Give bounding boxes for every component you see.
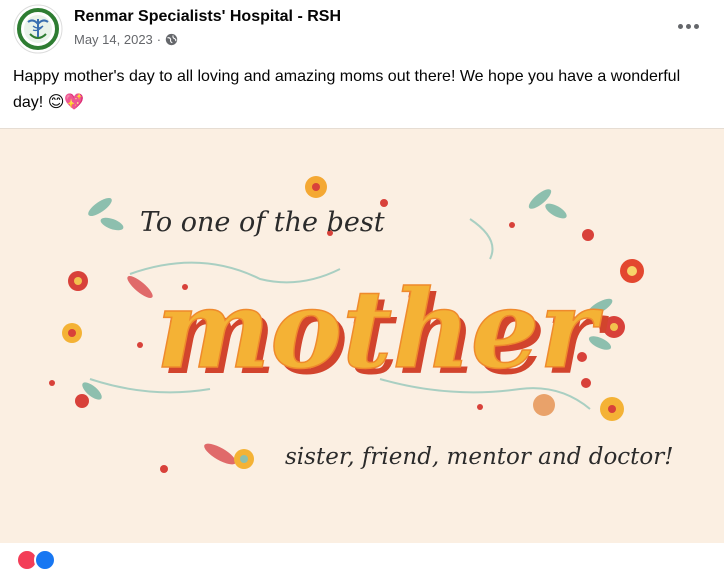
page-avatar[interactable] — [13, 4, 63, 54]
page-name[interactable]: Renmar Specialists' Hospital - RSH — [74, 8, 341, 26]
more-options-button[interactable] — [668, 10, 708, 42]
main-word: mother — [156, 267, 603, 393]
like-reaction-icon — [34, 549, 56, 571]
post-image[interactable]: To one of the best mother mother sister,… — [0, 128, 724, 543]
greeting-line-3: sister, friend, mentor and doctor! — [285, 444, 674, 470]
post-meta: May 14, 2023 · — [74, 32, 178, 47]
post-text: Happy mother's day to all loving and ama… — [13, 68, 681, 111]
more-options-dot — [693, 23, 699, 29]
more-options-dot — [685, 23, 691, 29]
post-header: Renmar Specialists' Hospital - RSH May 1… — [0, 0, 724, 60]
more-options-icon — [677, 23, 683, 29]
meta-separator: · — [156, 32, 162, 47]
hospital-logo-icon — [13, 4, 63, 54]
mothers-day-illustration: To one of the best mother mother sister,… — [49, 176, 674, 473]
globe-icon — [165, 33, 178, 46]
reaction-icons[interactable] — [16, 549, 56, 571]
greeting-line-1: To one of the best — [140, 207, 385, 238]
post-date[interactable]: May 14, 2023 — [74, 32, 153, 47]
